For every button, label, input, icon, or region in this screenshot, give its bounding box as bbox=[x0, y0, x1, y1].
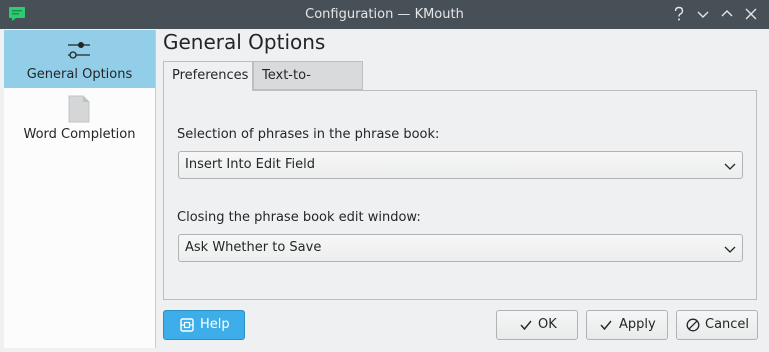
sidebar-item-label: Word Completion bbox=[23, 127, 136, 142]
check-icon bbox=[519, 318, 533, 336]
sidebar: General Options Word Completion bbox=[4, 30, 156, 348]
title-bar: Configuration — KMouth bbox=[0, 0, 769, 29]
cancel-icon bbox=[686, 318, 700, 336]
apply-button-label: Apply bbox=[619, 317, 656, 332]
sidebar-item-word-completion[interactable]: Word Completion bbox=[4, 92, 155, 150]
sidebar-item-general-options[interactable]: General Options bbox=[4, 30, 155, 88]
chevron-down-icon bbox=[724, 160, 736, 175]
apply-button[interactable]: Apply bbox=[586, 310, 668, 340]
selection-label: Selection of phrases in the phrase book: bbox=[177, 127, 440, 142]
close-icon[interactable] bbox=[741, 4, 761, 24]
preferences-panel bbox=[163, 90, 757, 300]
closing-combo[interactable]: Ask Whether to Save bbox=[178, 234, 743, 262]
document-icon bbox=[68, 95, 90, 127]
cancel-button-label: Cancel bbox=[705, 317, 750, 332]
ok-button-label: OK bbox=[538, 317, 557, 332]
sliders-icon bbox=[66, 39, 92, 65]
tab-preferences[interactable]: Preferences bbox=[163, 61, 253, 91]
cancel-button[interactable]: Cancel bbox=[676, 310, 758, 340]
selection-value: Insert Into Edit Field bbox=[185, 157, 315, 172]
sidebar-item-label: General Options bbox=[26, 67, 133, 82]
selection-combo[interactable]: Insert Into Edit Field bbox=[178, 151, 743, 179]
lifebuoy-icon bbox=[180, 318, 194, 336]
help-button-label: Help bbox=[200, 317, 230, 332]
window-title: Configuration — KMouth bbox=[305, 7, 464, 22]
closing-value: Ask Whether to Save bbox=[185, 240, 322, 255]
help-icon[interactable] bbox=[669, 4, 689, 24]
page-title: General Options bbox=[163, 30, 326, 54]
minimize-icon[interactable] bbox=[693, 4, 713, 24]
config-dialog: Configuration — KMouth General Options W… bbox=[0, 0, 769, 352]
help-button[interactable]: Help bbox=[163, 310, 245, 340]
maximize-icon[interactable] bbox=[717, 4, 737, 24]
check-icon bbox=[599, 318, 613, 336]
chevron-down-icon bbox=[724, 243, 736, 258]
closing-label: Closing the phrase book edit window: bbox=[177, 210, 421, 225]
tab-text-to-speech[interactable]: Text-to-Speech bbox=[253, 61, 363, 111]
ok-button[interactable]: OK bbox=[496, 310, 578, 340]
